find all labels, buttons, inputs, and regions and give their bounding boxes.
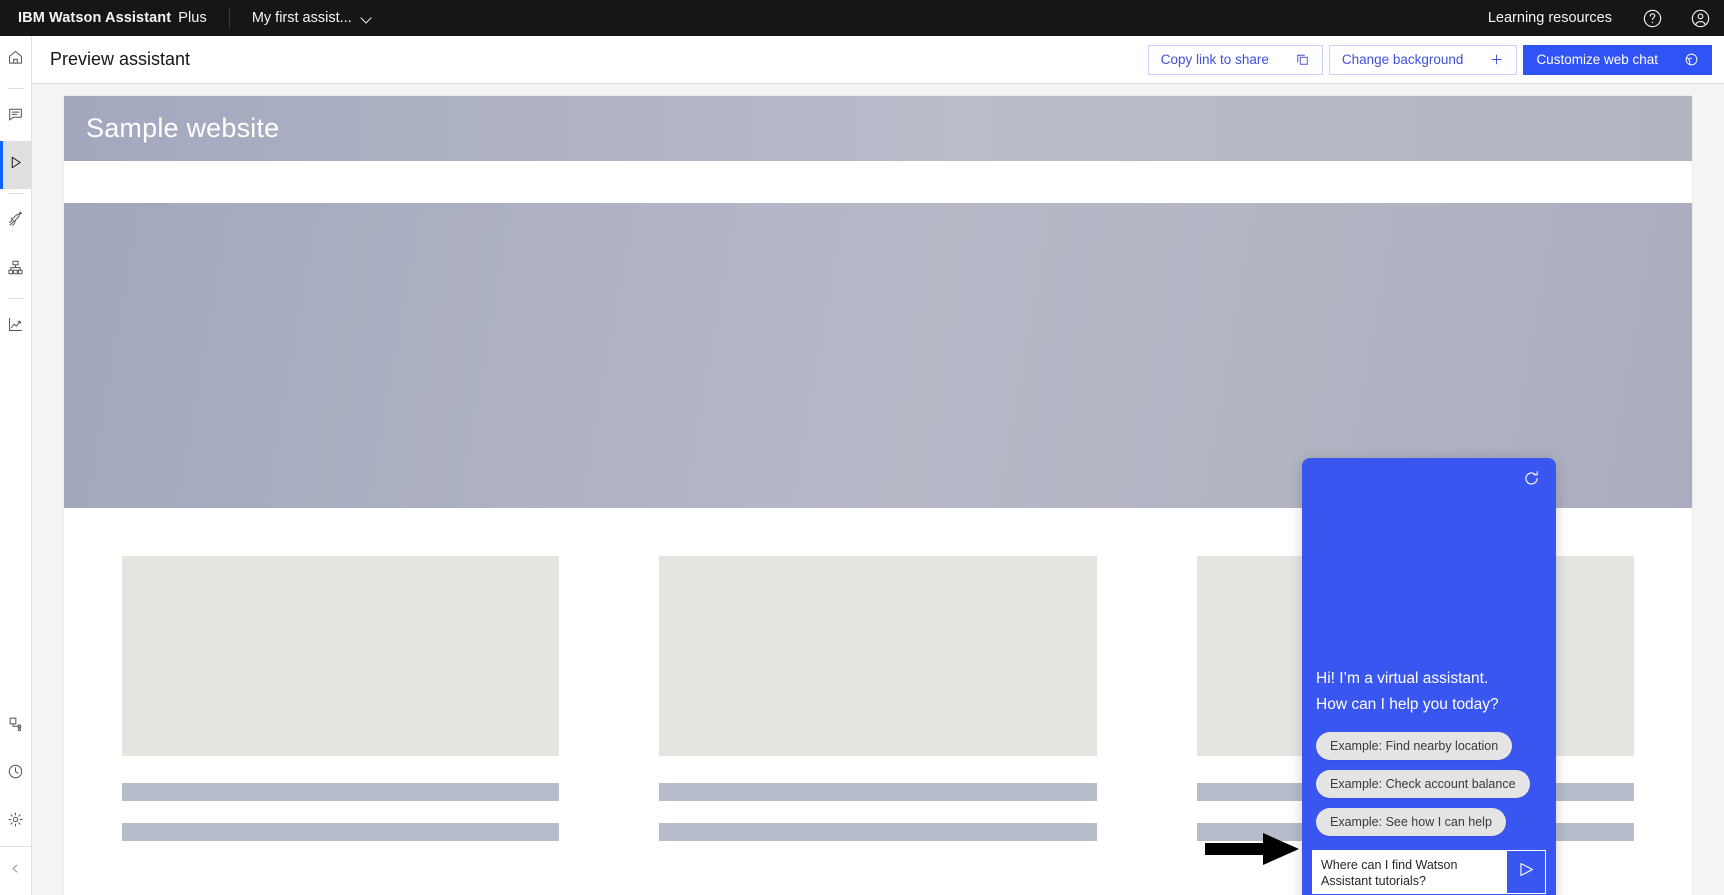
rocket-publish-icon xyxy=(7,211,24,233)
placeholder-card xyxy=(122,556,560,841)
brand-name: IBM Watson Assistant xyxy=(18,10,172,26)
rail-divider xyxy=(7,88,24,89)
header-divider xyxy=(228,7,230,29)
account-button[interactable] xyxy=(1676,0,1724,36)
web-chat-widget: Hi! I’m a virtual assistant. How can I h… xyxy=(1302,458,1556,895)
sidebar-item-home[interactable] xyxy=(0,36,32,84)
sidebar-item-analytics[interactable] xyxy=(0,303,32,351)
right-arrow-annotation xyxy=(1205,829,1301,869)
assistant-switcher-label: My first assist... xyxy=(251,10,352,26)
sample-site-navbar xyxy=(64,161,1692,203)
copy-link-to-share-button[interactable]: Copy link to share xyxy=(1147,44,1323,75)
sidebar-collapse-toggle[interactable] xyxy=(0,847,32,895)
placeholder-text-bar xyxy=(122,823,560,841)
web-chat-messages: Hi! I’m a virtual assistant. How can I h… xyxy=(1302,504,1556,850)
suggestion-chip-list: Example: Find nearby location Example: C… xyxy=(1316,732,1542,836)
web-chat-icon xyxy=(1684,52,1699,67)
gear-settings-icon xyxy=(7,811,24,833)
suggestion-chip[interactable]: Example: Check account balance xyxy=(1316,770,1530,798)
page-subheader: Preview assistant Copy link to share Cha… xyxy=(32,36,1724,84)
rail-divider xyxy=(7,298,24,299)
global-header-actions: Learning resources xyxy=(1472,0,1724,36)
customize-web-chat-label: Customize web chat xyxy=(1536,52,1658,67)
page-title: Preview assistant xyxy=(50,49,191,69)
restart-refresh-icon xyxy=(1522,469,1541,493)
left-nav-rail xyxy=(0,36,32,895)
web-chat-header xyxy=(1302,458,1556,504)
sidebar-item-publish[interactable] xyxy=(0,198,32,246)
change-background-label: Change background xyxy=(1341,52,1464,67)
copy-icon xyxy=(1295,52,1310,67)
send-paper-plane-icon xyxy=(1517,860,1536,884)
greeting-line-1: Hi! I’m a virtual assistant. xyxy=(1316,670,1489,687)
placeholder-card xyxy=(659,556,1097,841)
placeholder-text-bar xyxy=(659,783,1097,801)
help-button[interactable] xyxy=(1628,0,1676,36)
integrations-icon xyxy=(7,259,24,281)
analytics-chart-icon xyxy=(7,316,24,338)
restart-conversation-button[interactable] xyxy=(1520,470,1542,492)
brand-plan: Plus xyxy=(178,10,207,26)
sidebar-item-assistant-conversations[interactable] xyxy=(0,93,32,141)
suggestion-chip[interactable]: Example: See how I can help xyxy=(1316,808,1506,836)
sidebar-item-history[interactable] xyxy=(0,750,32,798)
web-chat-input-row xyxy=(1312,850,1546,894)
preview-canvas: Sample website Hi! I’m a virtual assista… xyxy=(32,84,1724,895)
product-brand: IBM Watson Assistant Plus xyxy=(0,10,207,26)
play-preview-icon xyxy=(7,154,24,176)
rail-divider xyxy=(7,193,24,194)
message-input[interactable] xyxy=(1313,851,1507,893)
assistant-greeting: Hi! I’m a virtual assistant. How can I h… xyxy=(1316,666,1542,718)
page-actions: Copy link to share Change background Cus… xyxy=(1147,44,1724,75)
home-icon xyxy=(7,49,24,71)
sample-site-header: Sample website xyxy=(64,96,1692,161)
sidebar-item-settings[interactable] xyxy=(0,798,32,846)
chevron-down-icon xyxy=(362,13,372,23)
copy-link-label: Copy link to share xyxy=(1160,52,1269,67)
assistant-skills-icon xyxy=(8,716,24,737)
placeholder-text-bar xyxy=(659,823,1097,841)
learning-resources-link[interactable]: Learning resources xyxy=(1472,10,1628,26)
placeholder-image xyxy=(122,556,560,756)
sidebar-item-skills[interactable] xyxy=(0,702,32,750)
sidebar-item-integrations[interactable] xyxy=(0,246,32,294)
clock-history-icon xyxy=(7,763,24,785)
chat-icon xyxy=(7,106,24,128)
send-message-button[interactable] xyxy=(1507,851,1545,893)
sidebar-item-preview[interactable] xyxy=(0,141,32,189)
customize-web-chat-button[interactable]: Customize web chat xyxy=(1523,44,1712,75)
sample-site-title: Sample website xyxy=(86,113,280,143)
collapse-chevron-icon xyxy=(9,862,22,880)
suggestion-chip[interactable]: Example: Find nearby location xyxy=(1316,732,1513,760)
help-circle-icon xyxy=(1642,8,1663,29)
greeting-line-2: How can I help you today? xyxy=(1316,696,1499,713)
placeholder-text-bar xyxy=(122,783,560,801)
change-background-button[interactable]: Change background xyxy=(1328,44,1518,75)
placeholder-image xyxy=(659,556,1097,756)
plus-icon xyxy=(1489,52,1504,67)
user-avatar-icon xyxy=(1690,8,1711,29)
global-header: IBM Watson Assistant Plus My first assist… xyxy=(0,0,1724,36)
assistant-switcher[interactable]: My first assist... xyxy=(252,10,372,26)
